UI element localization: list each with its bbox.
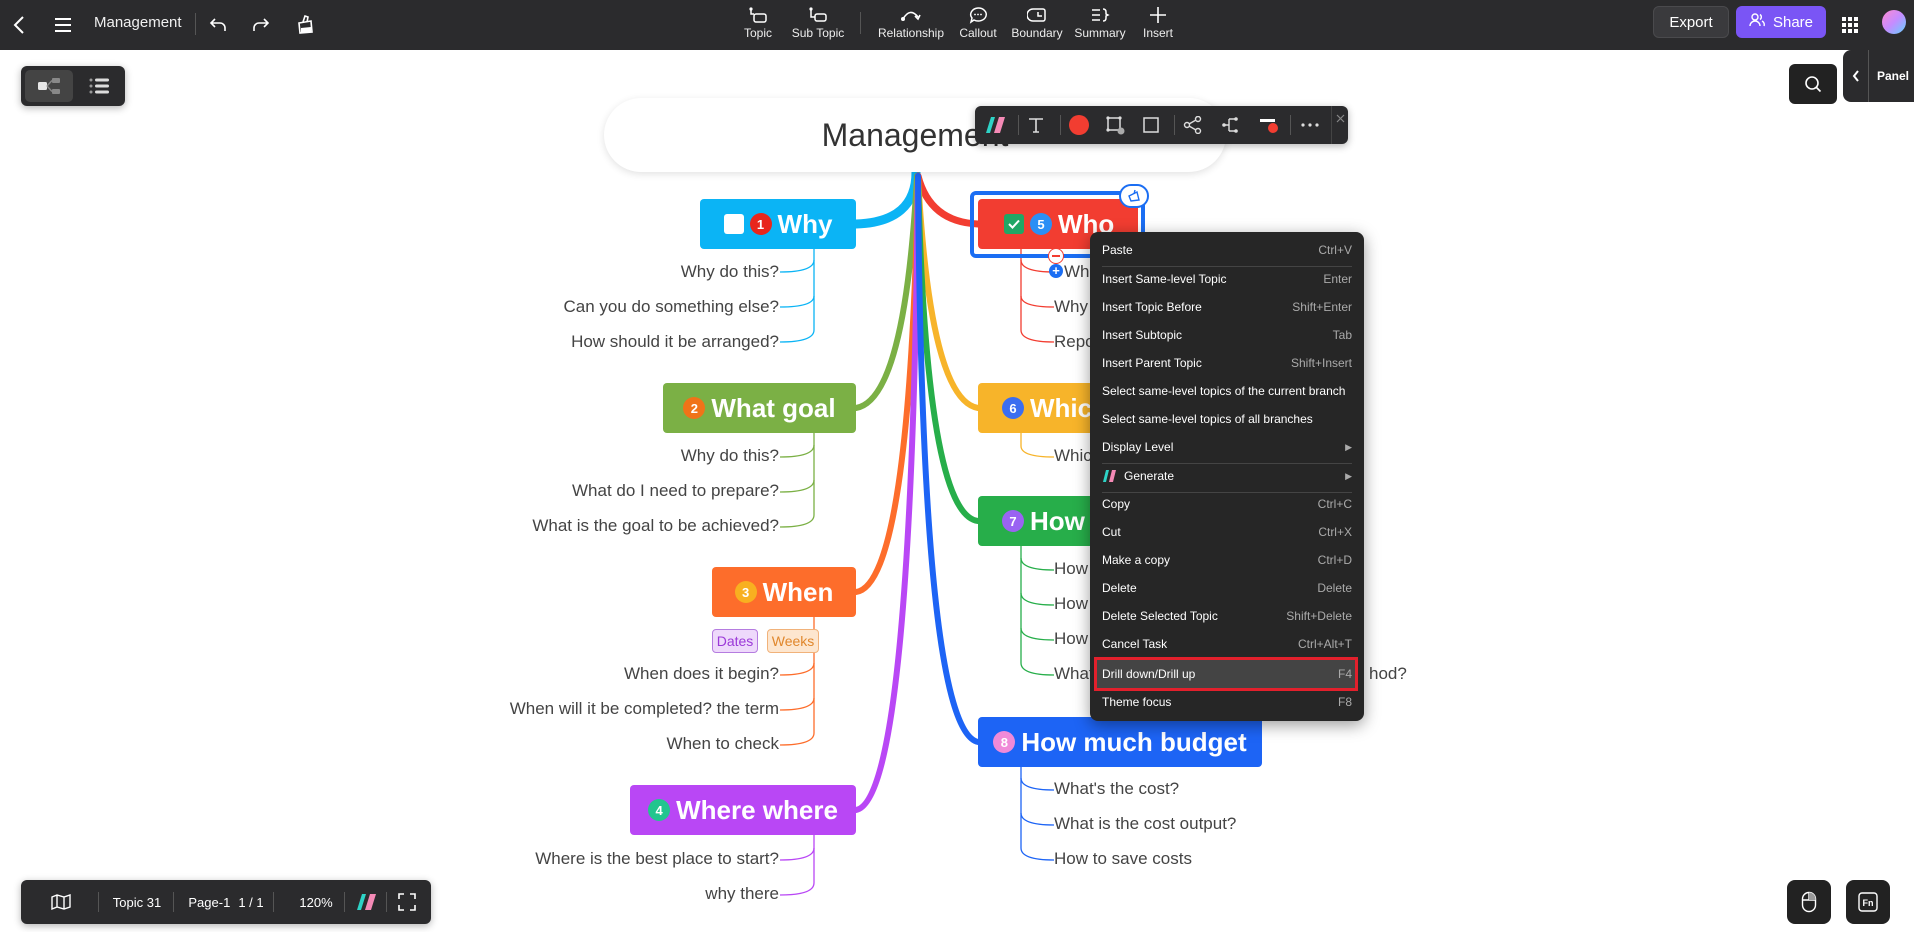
more-icon[interactable] bbox=[1297, 112, 1323, 138]
topic-which[interactable]: 6 Which bbox=[978, 383, 1108, 433]
topic-how-much-budget[interactable]: 8 How much budget bbox=[978, 717, 1262, 767]
menu-item-delete-selected[interactable]: Delete Selected Topic Shift+Delete bbox=[1096, 603, 1358, 629]
subtopic[interactable]: Whic bbox=[1054, 446, 1092, 466]
topic-count: Topic 31 bbox=[112, 894, 162, 910]
priority-badge: 2 bbox=[683, 397, 706, 419]
status-bar: Topic 31 Page-1 1 / 1 120% bbox=[21, 880, 431, 924]
menu-item-insert-subtopic[interactable]: Insert Subtopic Tab bbox=[1096, 322, 1358, 348]
zoom-level[interactable]: 120% bbox=[283, 880, 349, 924]
topic-when[interactable]: 3 When bbox=[712, 567, 856, 617]
format-brush-icon[interactable] bbox=[1119, 184, 1149, 208]
subtopic[interactable]: How bbox=[1054, 559, 1088, 579]
priority-badge: 3 bbox=[734, 581, 757, 603]
topic-why[interactable]: 1 Why bbox=[700, 199, 856, 249]
shape-border-icon[interactable] bbox=[1102, 112, 1128, 138]
ai-logo-icon[interactable] bbox=[351, 880, 383, 924]
map-icon[interactable] bbox=[41, 880, 81, 924]
menu-item-theme-focus[interactable]: Theme focus F8 bbox=[1096, 689, 1358, 715]
branch-style-icon[interactable] bbox=[1218, 112, 1244, 138]
subtopic[interactable]: How bbox=[1054, 629, 1088, 649]
subtopic[interactable]: Where is the best place to start? bbox=[535, 849, 779, 869]
connector-who bbox=[914, 172, 982, 228]
priority-badge: 1 bbox=[749, 213, 772, 235]
topic-format-toolbar bbox=[975, 106, 1348, 144]
ai-logo-icon[interactable] bbox=[983, 112, 1009, 138]
menu-item-make-copy[interactable]: Make a copy Ctrl+D bbox=[1096, 547, 1358, 573]
priority-badge: 8 bbox=[993, 731, 1016, 753]
subtopic[interactable]: What bbox=[1054, 664, 1094, 684]
menu-item-select-all-branches[interactable]: Select same-level topics of all branches bbox=[1096, 406, 1358, 432]
subtopic[interactable]: Why do this? bbox=[681, 262, 779, 282]
topic-where-where[interactable]: 4 Where where bbox=[630, 785, 856, 835]
subtopic[interactable]: why there bbox=[705, 884, 779, 904]
layout-icon[interactable] bbox=[1180, 112, 1206, 138]
highlight-box bbox=[1094, 657, 1358, 691]
subtopic[interactable]: How should it be arranged? bbox=[571, 332, 779, 352]
topic-what-goal[interactable]: 2 What goal bbox=[663, 383, 856, 433]
label-tag[interactable]: Dates bbox=[712, 629, 758, 653]
priority-badge: 6 bbox=[1002, 397, 1024, 419]
subtopic[interactable]: What is the cost output? bbox=[1054, 814, 1236, 834]
priority-badge: 7 bbox=[1002, 510, 1024, 532]
menu-item-copy[interactable]: Copy Ctrl+C bbox=[1096, 491, 1358, 517]
label-tag[interactable]: Weeks bbox=[767, 629, 819, 653]
menu-item-generate[interactable]: Generate ▶ bbox=[1096, 463, 1358, 489]
connector-why bbox=[851, 167, 921, 229]
mouse-icon bbox=[1801, 891, 1817, 913]
mouse-mode-button[interactable] bbox=[1787, 880, 1831, 924]
subtopic[interactable]: Repo bbox=[1054, 332, 1095, 352]
subtopic-overflow: hod? bbox=[1369, 664, 1407, 683]
close-icon[interactable] bbox=[1332, 110, 1348, 126]
subtopic[interactable]: How to save costs bbox=[1054, 849, 1192, 869]
context-menu: Paste Ctrl+V Insert Same-level Topic Enter… bbox=[1090, 232, 1364, 721]
subtopic[interactable]: How bbox=[1054, 594, 1088, 614]
subtopic[interactable]: What is the goal to be achieved? bbox=[532, 516, 779, 536]
collapse-icon[interactable] bbox=[1048, 248, 1064, 264]
function-keys-button[interactable]: Fn bbox=[1846, 880, 1890, 924]
fullscreen-icon[interactable] bbox=[391, 880, 423, 924]
menu-item-cut[interactable]: Cut Ctrl+X bbox=[1096, 519, 1358, 545]
menu-item-paste[interactable]: Paste Ctrl+V bbox=[1096, 237, 1358, 263]
ai-logo-icon bbox=[1103, 470, 1116, 482]
fn-key-icon: Fn bbox=[1858, 892, 1878, 912]
subtopic[interactable]: When to check bbox=[667, 734, 779, 754]
subtopic[interactable]: Why bbox=[1054, 297, 1088, 317]
shape-icon[interactable] bbox=[1138, 112, 1164, 138]
menu-item-select-current-branch[interactable]: Select same-level topics of the current … bbox=[1096, 378, 1358, 404]
priority-badge: 4 bbox=[648, 799, 671, 821]
line-color-icon[interactable] bbox=[1256, 112, 1282, 138]
submenu-arrow-icon: ▶ bbox=[1345, 470, 1352, 481]
task-checkbox[interactable] bbox=[723, 214, 744, 234]
subtopic[interactable]: When will it be completed? the term bbox=[510, 699, 779, 719]
add-subtopic-icon[interactable]: + bbox=[1049, 264, 1063, 278]
subtopic[interactable]: What do I need to prepare? bbox=[572, 481, 779, 501]
subtopic[interactable]: What's the cost? bbox=[1054, 779, 1179, 799]
topic-how[interactable]: 7 How t bbox=[978, 496, 1108, 546]
submenu-arrow-icon: ▶ bbox=[1345, 441, 1352, 452]
menu-item-insert-same-level[interactable]: Insert Same-level Topic Enter bbox=[1096, 266, 1358, 292]
menu-item-cancel-task[interactable]: Cancel Task Ctrl+Alt+T bbox=[1096, 631, 1358, 657]
menu-item-insert-parent[interactable]: Insert Parent Topic Shift+Insert bbox=[1096, 350, 1358, 376]
menu-item-delete[interactable]: Delete Delete bbox=[1096, 575, 1358, 601]
text-style-icon[interactable] bbox=[1023, 112, 1049, 138]
svg-text:Fn: Fn bbox=[1863, 898, 1874, 908]
page-indicator[interactable]: Page-1 1 / 1 bbox=[179, 880, 273, 924]
menu-item-display-level[interactable]: Display Level ▶ bbox=[1096, 434, 1358, 460]
subtopic[interactable]: When does it begin? bbox=[624, 664, 779, 684]
fill-color-icon[interactable] bbox=[1066, 112, 1092, 138]
subtopic[interactable]: Can you do something else? bbox=[564, 297, 779, 317]
menu-item-insert-before[interactable]: Insert Topic Before Shift+Enter bbox=[1096, 294, 1358, 320]
subtopic[interactable]: Why do this? bbox=[681, 446, 779, 466]
